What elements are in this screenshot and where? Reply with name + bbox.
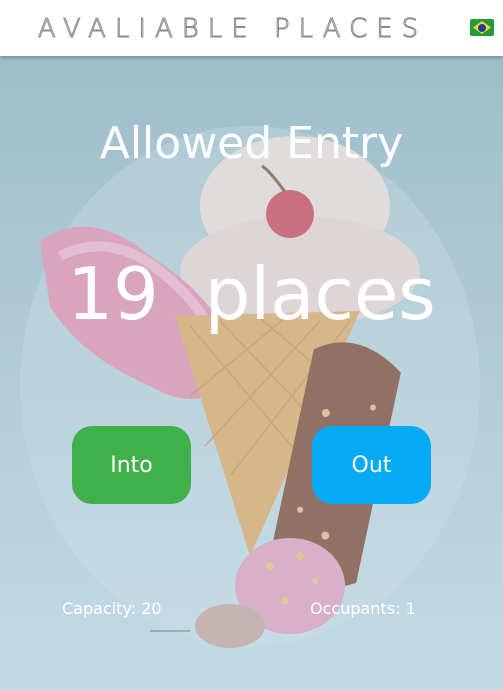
capacity-label: Capacity: 20 — [62, 599, 162, 618]
out-button[interactable]: Out — [312, 426, 431, 504]
entry-status-title: Allowed Entry — [99, 118, 404, 169]
available-places-count: 19 places — [67, 252, 436, 336]
occupants-label: Occupants: 1 — [310, 599, 416, 618]
app-title: AVALIABLE PLACES — [37, 14, 428, 45]
into-button[interactable]: Into — [72, 426, 191, 504]
app-header: AVALIABLE PLACES — [0, 0, 503, 56]
divider — [150, 630, 190, 632]
brazil-flag-icon[interactable] — [470, 19, 494, 36]
